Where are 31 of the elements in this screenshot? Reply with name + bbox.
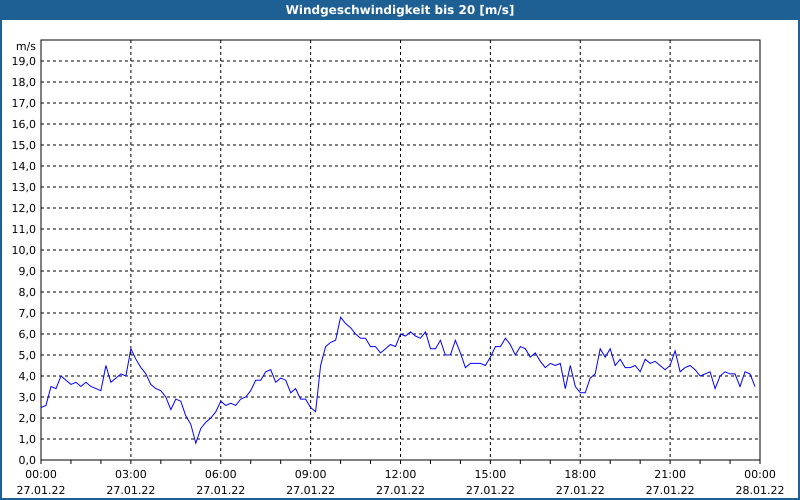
y-tick-label: 13,0 (12, 181, 36, 194)
x-tick-label: 03:00 27.01.22 (106, 468, 156, 496)
y-tick-label: 9,0 (18, 265, 36, 278)
y-tick-label: 1,0 (18, 433, 36, 446)
y-tick-label: 19,0 (12, 55, 36, 68)
x-tick-label: 12:00 27.01.22 (376, 468, 425, 496)
y-tick-label: 15,0 (12, 139, 36, 152)
y-tick-label: 16,0 (12, 118, 36, 131)
x-tick-label: 00:00 27.01.22 (16, 468, 66, 496)
y-tick-label: 7,0 (18, 307, 36, 320)
y-axis-unit-label: m/s (16, 40, 36, 53)
y-tick-label: 0,0 (18, 454, 36, 467)
y-tick-label: 5,0 (18, 349, 36, 362)
y-tick-label: 4,0 (18, 370, 36, 383)
y-tick-label: 12,0 (12, 202, 36, 215)
y-tick-label: 8,0 (18, 286, 36, 299)
window-title: Windgeschwindigkeit bis 20 [m/s] (286, 3, 514, 17)
y-tick-label: 2,0 (18, 412, 36, 425)
x-tick-label: 15:00 27.01.22 (466, 468, 515, 496)
y-tick-label: 14,0 (12, 160, 36, 173)
y-tick-label: 17,0 (12, 97, 36, 110)
x-tick-label: 00:00 28.01.22 (736, 468, 784, 496)
x-tick-label: 06:00 27.01.22 (196, 468, 246, 496)
y-tick-label: 18,0 (12, 76, 36, 89)
y-tick-label: 11,0 (12, 223, 36, 236)
x-tick-label: 18:00 27.01.22 (556, 468, 605, 496)
y-tick-label: 3,0 (18, 391, 36, 404)
y-tick-label: 6,0 (18, 328, 36, 341)
y-tick-label: 10,0 (12, 244, 36, 257)
x-tick-label: 09:00 27.01.22 (286, 468, 336, 496)
x-tick-label: 21:00 27.01.22 (646, 468, 695, 496)
